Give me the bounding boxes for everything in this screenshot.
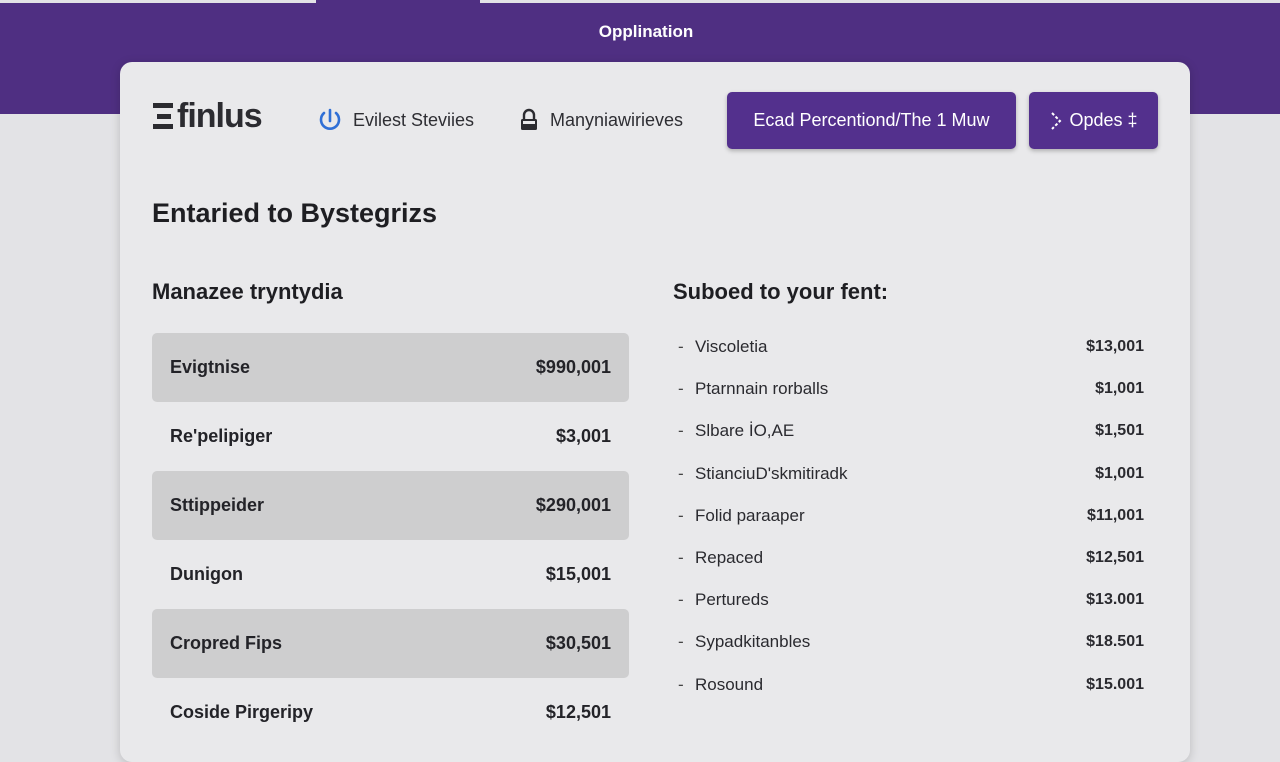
list-item-amount: $11,001 — [1087, 506, 1144, 524]
list-item-amount: $30,501 — [545, 633, 611, 653]
list-item-amount: $3,001 — [555, 426, 611, 446]
list-item-label: Slbare İO,AE — [695, 421, 795, 441]
list-item-label: Dunigon — [170, 564, 243, 584]
list-item[interactable]: - StianciuD'skmitiradk $1,001 — [678, 453, 1144, 495]
list-item-amount: $15.001 — [1086, 675, 1144, 693]
bullet-dash: - — [678, 548, 684, 568]
list-item-label: Repaced — [695, 548, 764, 568]
list-item-label: Pertureds — [695, 590, 769, 610]
list-item-label: Sttippeider — [170, 495, 265, 515]
list-item-amount: $1,501 — [1095, 422, 1144, 440]
right-list: - Viscoletia $13,001 - Ptarnnain rorball… — [678, 326, 1144, 706]
bullet-dash: - — [678, 590, 684, 610]
list-item[interactable]: Coside Pirgeripy $12,501 — [152, 678, 629, 747]
list-item[interactable]: - Slbare İO,AE $1,501 — [678, 410, 1144, 452]
bullet-dash: - — [678, 674, 684, 694]
primary-action-button[interactable]: Ecad Percentiond/The 1 Muw — [727, 92, 1016, 149]
list-item[interactable]: - Viscoletia $13,001 — [678, 326, 1144, 368]
list-item-label: Re'pelipiger — [170, 426, 273, 446]
bullet-dash: - — [678, 632, 684, 652]
active-tab-indicator[interactable] — [316, 0, 480, 3]
list-item-label: StianciuD'skmitiradk — [695, 463, 848, 483]
list-item-amount: $1,001 — [1095, 380, 1144, 398]
list-item-label: Folid paraaper — [695, 505, 805, 525]
page-title: Entaried to Bystegrizs — [152, 198, 438, 228]
bullet-dash: - — [678, 421, 684, 441]
left-list: Evigtnise $990,001 Re'pelipiger $3,001 S… — [152, 333, 629, 747]
list-item-label: Cropred Fips — [170, 633, 283, 653]
right-section-title: Suboed to your fent: — [673, 279, 889, 304]
list-item[interactable]: Dunigon $15,001 — [152, 540, 629, 609]
bullet-dash: - — [678, 337, 684, 357]
list-item-amount: $13,001 — [1086, 338, 1144, 356]
nav-item-evilest[interactable]: Evilest Steviies — [317, 106, 474, 134]
list-item[interactable]: - Repaced $12,501 — [678, 537, 1144, 579]
nav-item-manyniawirieves[interactable]: Manyniawirieves — [518, 106, 683, 134]
refresh-icon — [319, 108, 341, 130]
list-item[interactable]: - Ptarnnain rorballs $1,001 — [678, 368, 1144, 410]
logo[interactable]: finlus — [153, 96, 263, 136]
list-item-amount: $290,001 — [535, 495, 611, 515]
list-item[interactable]: Sttippeider $290,001 — [152, 471, 629, 540]
list-item-amount: $990,001 — [535, 357, 611, 377]
options-button[interactable]: Opdes ‡ — [1029, 92, 1158, 149]
list-item-label: Evigtnise — [170, 357, 251, 377]
lock-icon — [521, 108, 537, 130]
list-item-label: Sypadkitanbles — [695, 632, 811, 652]
tab-strip — [0, 0, 1280, 3]
chevron-right-icon — [1051, 111, 1062, 130]
list-item[interactable]: - Pertureds $13.001 — [678, 579, 1144, 621]
list-item[interactable]: - Rosound $15.001 — [678, 664, 1144, 706]
list-item-label: Rosound — [695, 674, 764, 694]
bullet-dash: - — [678, 379, 684, 399]
app-title: Opplination — [598, 22, 694, 41]
list-item[interactable]: - Folid paraaper $11,001 — [678, 495, 1144, 537]
list-item[interactable]: Evigtnise $990,001 — [152, 333, 629, 402]
list-item-label: Viscoletia — [695, 337, 768, 357]
bullet-dash: - — [678, 505, 684, 525]
list-item-amount: $18.501 — [1086, 633, 1144, 651]
options-button-label: Opdes ‡ — [1069, 110, 1138, 130]
list-item[interactable]: - Sypadkitanbles $18.501 — [678, 621, 1144, 663]
list-item-amount: $12,501 — [1086, 549, 1144, 567]
list-item[interactable]: Re'pelipiger $3,001 — [152, 402, 629, 471]
list-item-amount: $15,001 — [545, 564, 611, 584]
list-item-amount: $13.001 — [1086, 591, 1144, 609]
logo-text: finlus — [177, 96, 263, 135]
left-section-title: Manazee tryntydia — [152, 279, 343, 304]
bullet-dash: - — [678, 463, 684, 483]
list-item-label: Ptarnnain rorballs — [695, 379, 829, 399]
list-item-amount: $1,001 — [1095, 464, 1144, 482]
nav-item-label: Evilest Steviies — [353, 109, 475, 130]
list-item[interactable]: Cropred Fips $30,501 — [152, 609, 629, 678]
logo-mark-icon — [153, 103, 175, 129]
nav-item-label: Manyniawirieves — [550, 109, 684, 130]
